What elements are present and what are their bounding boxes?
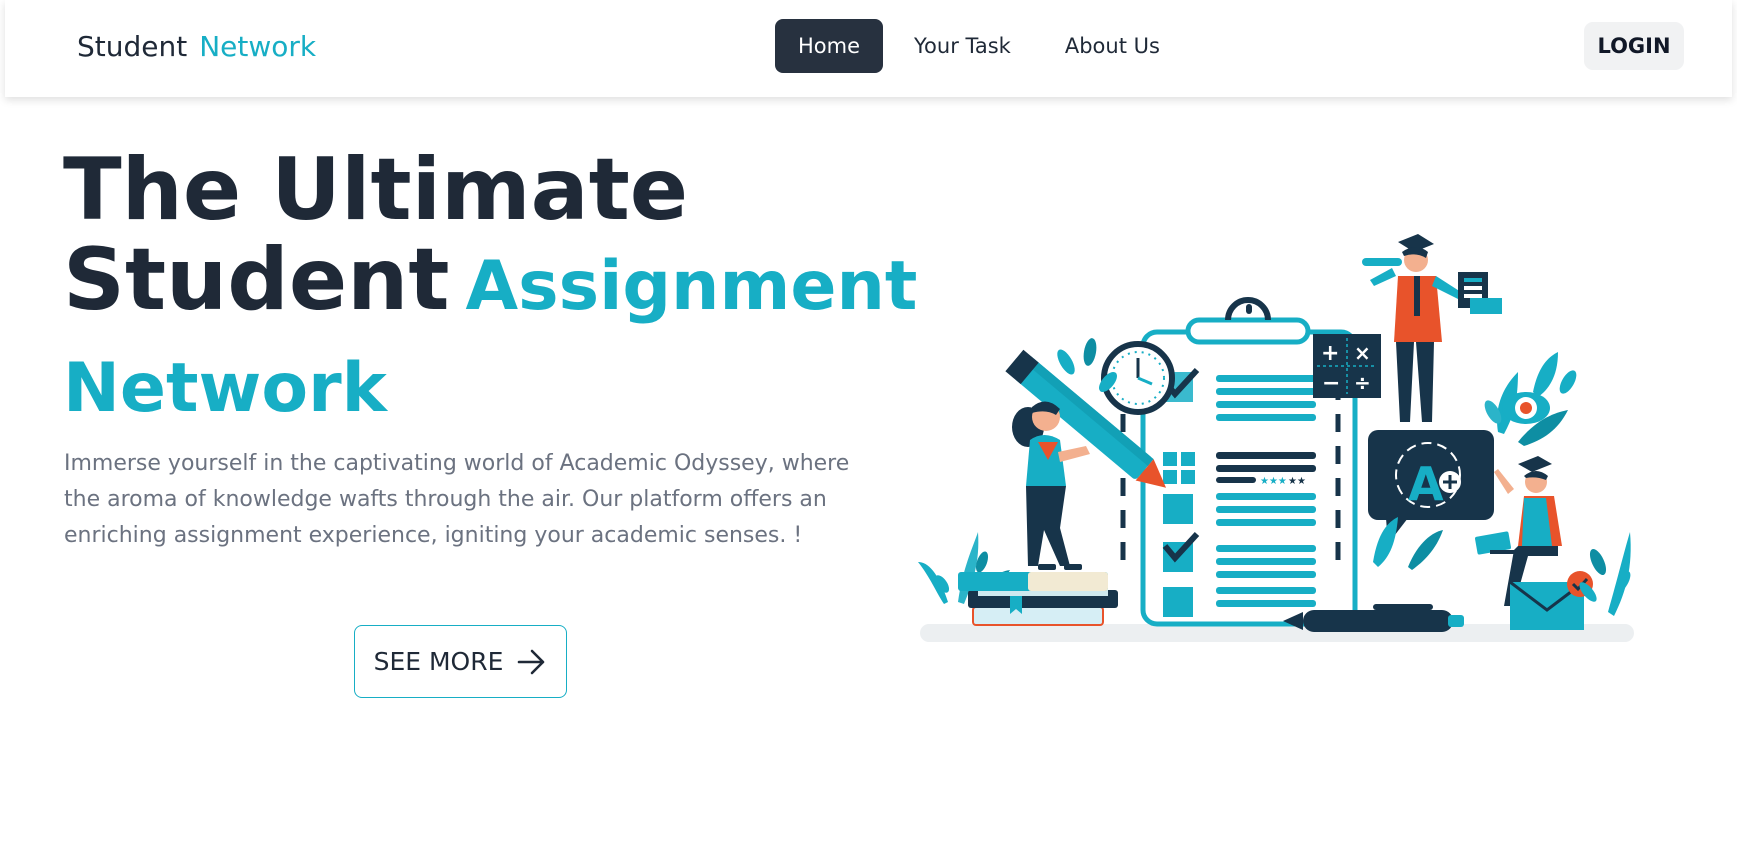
grade-letter: A: [1408, 457, 1444, 511]
hero-title: The Ultimate Student Assignment Network: [63, 140, 917, 435]
calc-minus: −: [1322, 371, 1340, 396]
nav-item-home[interactable]: Home: [775, 19, 884, 73]
svg-text:★★: ★★: [1288, 476, 1306, 487]
books-stack-icon: [958, 572, 1118, 626]
brand-name-part2: Network: [199, 30, 317, 63]
brand-logo[interactable]: Student Network: [77, 28, 316, 66]
calculator-icon: + × − ÷: [1313, 334, 1381, 398]
nav-item-your-task[interactable]: Your Task: [891, 19, 1034, 73]
hero-description: Immerse yourself in the captivating worl…: [64, 451, 850, 548]
hero-title-line2: Student Assignment: [63, 235, 917, 343]
hero-title-assignment: Assignment: [465, 247, 918, 326]
see-more-button[interactable]: SEE MORE: [354, 625, 567, 698]
svg-text:★★★: ★★★: [1260, 476, 1287, 487]
eye-icon: [1502, 392, 1550, 424]
calc-times: ×: [1354, 341, 1371, 365]
main-nav: Home Your Task About Us: [775, 19, 1183, 73]
calc-divide: ÷: [1354, 371, 1371, 395]
envelope-icon: [1509, 571, 1593, 630]
graduate-telescope-figure: [1362, 234, 1502, 422]
far-right-plant-icon: [1373, 517, 1631, 616]
arrow-right-icon: [517, 649, 547, 675]
login-button[interactable]: LOGIN: [1584, 22, 1684, 70]
calc-plus: +: [1321, 341, 1339, 366]
brand-name-part1: Student: [77, 30, 188, 63]
top-navbar: Student Network Home Your Task About Us L…: [5, 0, 1732, 97]
hero-title-network: Network: [63, 349, 387, 428]
see-more-label: SEE MORE: [373, 647, 504, 676]
hero-illustration: ★★★ ★★ + × − ÷ A: [918, 234, 1634, 642]
hero-title-line1: The Ultimate: [63, 140, 689, 240]
nav-item-about-us[interactable]: About Us: [1042, 19, 1183, 73]
hero-title-student: Student: [63, 230, 450, 330]
